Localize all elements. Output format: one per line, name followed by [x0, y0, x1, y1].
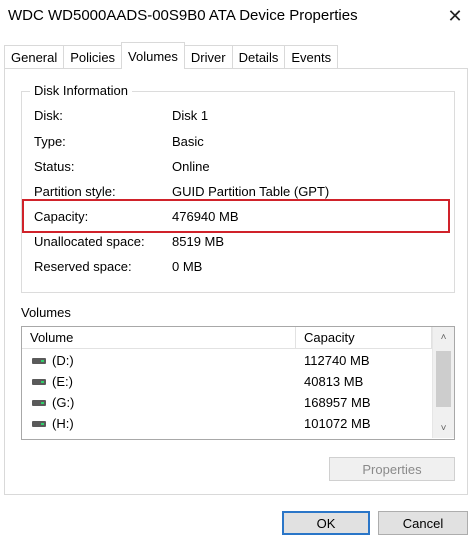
drive-icon: [32, 379, 46, 385]
tab-driver[interactable]: Driver: [183, 45, 233, 68]
drive-icon: [32, 421, 46, 427]
volume-row[interactable]: (H:) 101072 MB: [22, 414, 432, 434]
info-label: Disk:: [34, 108, 63, 123]
info-row-disk: Disk: Disk 1: [34, 108, 454, 126]
volume-name: (G:): [52, 395, 75, 410]
scroll-up-icon[interactable]: ˄: [433, 329, 454, 345]
info-row-partition-style: Partition style: GUID Partition Table (G…: [34, 184, 454, 202]
volume-row[interactable]: (G:) 168957 MB: [22, 393, 432, 413]
info-value: GUID Partition Table (GPT): [172, 184, 330, 199]
info-value: 0 MB: [172, 259, 203, 274]
scroll-down-icon[interactable]: ˅: [433, 420, 454, 436]
disk-information-group: Disk Information Disk: Disk 1 Type: Basi…: [21, 83, 455, 293]
info-row-status: Status: Online: [34, 159, 454, 177]
info-label: Type:: [34, 134, 66, 149]
volumes-list[interactable]: Volume Capacity (D:) 112740 MB (E:) 4081…: [21, 326, 455, 440]
info-row-reserved: Reserved space: 0 MB: [34, 259, 454, 277]
info-value: 8519 MB: [172, 234, 225, 249]
volume-name: (E:): [52, 374, 73, 389]
info-row-capacity: Capacity: 476940 MB: [34, 209, 454, 227]
volume-capacity: 40813 MB: [304, 374, 364, 389]
column-header-volume[interactable]: Volume: [22, 327, 296, 349]
tab-volumes[interactable]: Volumes: [121, 42, 185, 69]
column-header-capacity[interactable]: Capacity: [296, 327, 432, 349]
info-label: Status:: [34, 159, 75, 174]
info-label: Reserved space:: [34, 259, 132, 274]
drive-icon: [32, 400, 46, 406]
tab-details[interactable]: Details: [231, 45, 286, 68]
info-row-type: Type: Basic: [34, 134, 454, 152]
device-properties-window: WDC WD5000AADS-00S9B0 ATA Device Propert…: [0, 0, 474, 538]
volume-capacity: 101072 MB: [304, 416, 371, 431]
info-row-unallocated: Unallocated space: 8519 MB: [34, 234, 454, 252]
tab-policies[interactable]: Policies: [63, 45, 123, 68]
volume-capacity: 112740 MB: [304, 353, 370, 368]
volume-capacity: 168957 MB: [304, 395, 371, 410]
info-label: Unallocated space:: [34, 234, 145, 249]
tab-events[interactable]: Events: [284, 45, 339, 68]
cancel-button[interactable]: Cancel: [378, 511, 468, 535]
properties-button[interactable]: Properties: [329, 457, 455, 481]
volume-row[interactable]: (E:) 40813 MB: [22, 372, 432, 392]
window-title: WDC WD5000AADS-00S9B0 ATA Device Propert…: [8, 7, 358, 24]
info-label: Capacity:: [34, 209, 89, 224]
volumes-scrollbar[interactable]: ˄ ˅: [432, 327, 454, 438]
scroll-thumb[interactable]: [436, 351, 451, 407]
ok-button[interactable]: OK: [282, 511, 370, 535]
volume-name: (D:): [52, 353, 74, 368]
volume-name: (H:): [52, 416, 74, 431]
title-bar: WDC WD5000AADS-00S9B0 ATA Device Propert…: [0, 0, 474, 34]
close-icon: ✕: [447, 5, 463, 26]
volumes-label: Volumes: [21, 305, 71, 320]
volume-row[interactable]: (D:) 112740 MB: [22, 351, 432, 371]
close-button[interactable]: ✕: [440, 2, 470, 30]
info-value: Disk 1: [172, 108, 209, 123]
disk-information-legend: Disk Information: [30, 83, 132, 98]
tab-strip: General Policies Volumes Driver Details …: [4, 42, 339, 69]
info-value: Basic: [172, 134, 204, 149]
info-value: 476940 MB: [172, 209, 239, 224]
info-label: Partition style:: [34, 184, 116, 199]
drive-icon: [32, 358, 46, 364]
tab-general[interactable]: General: [4, 45, 65, 68]
volumes-tab-panel: Disk Information Disk: Disk 1 Type: Basi…: [4, 68, 468, 495]
info-value: Online: [172, 159, 210, 174]
